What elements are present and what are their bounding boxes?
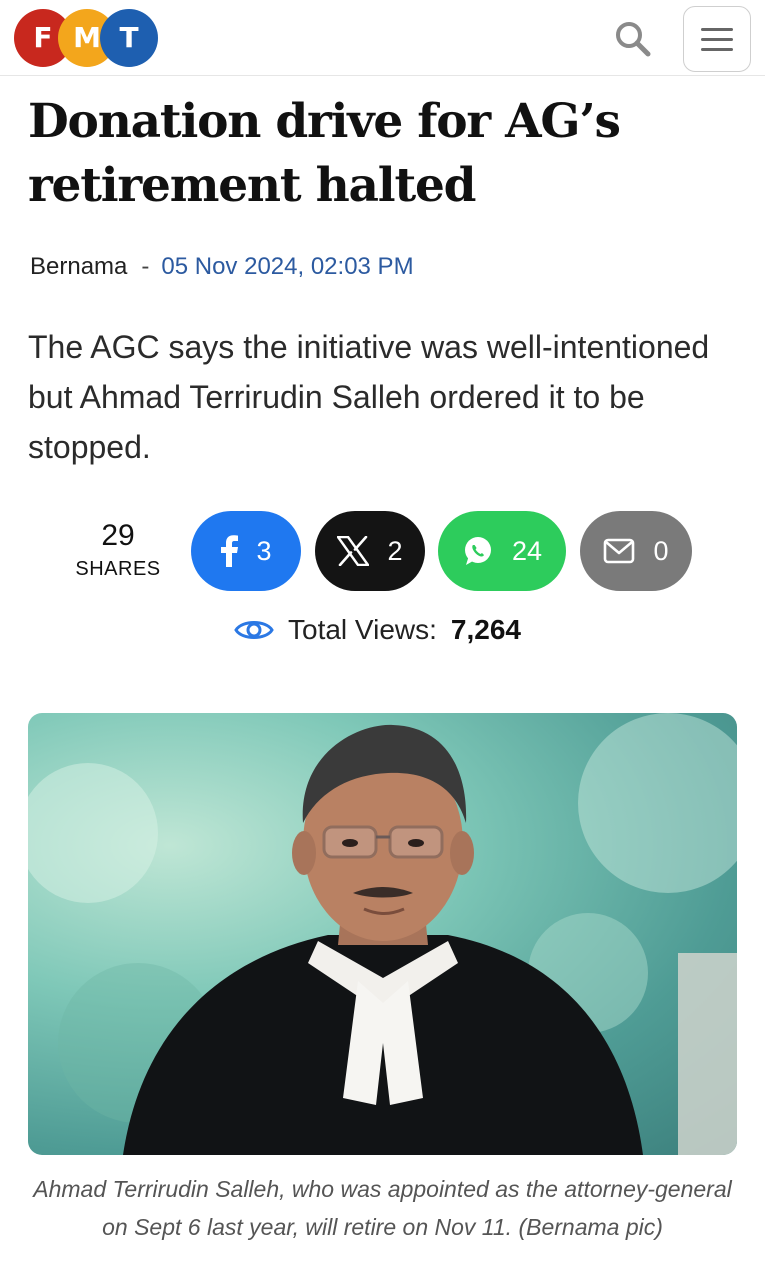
facebook-share-button[interactable]: 3 <box>191 511 301 591</box>
facebook-icon <box>221 535 239 567</box>
whatsapp-share-button[interactable]: 24 <box>438 511 566 591</box>
photo-caption: Ahmad Terrirudin Salleh, who was appoint… <box>33 1176 732 1240</box>
article-title: Donation drive for AG’s retirement halte… <box>28 94 621 213</box>
byline: Bernama -05 Nov 2024, 02:03 PM <box>30 252 414 282</box>
views-count: 7,264 <box>450 614 521 645</box>
site-header: F M T <box>0 0 765 76</box>
article-lede: The AGC says the initiative was well-int… <box>28 329 710 465</box>
hamburger-menu-icon-bar <box>701 38 733 41</box>
email-share-button[interactable]: 0 <box>580 511 692 591</box>
x-icon <box>337 536 370 566</box>
portrait-illustration <box>28 713 737 1155</box>
publish-date: 05 Nov 2024, 02:03 PM <box>161 253 414 280</box>
total-views: Total Views: 7,264 <box>234 610 521 650</box>
menu-button[interactable] <box>683 6 751 72</box>
share-count: 29 SHARES <box>66 518 170 584</box>
whatsapp-share-count: 24 <box>511 535 543 566</box>
search-button[interactable] <box>612 18 654 60</box>
fmt-logo[interactable]: F M T <box>14 9 159 69</box>
facebook-share-count: 3 <box>256 535 272 566</box>
share-total: 29 <box>101 519 135 552</box>
mail-icon <box>604 538 635 564</box>
x-share-button[interactable]: 2 <box>315 511 425 591</box>
hamburger-menu-icon <box>701 28 733 31</box>
x-share-count: 2 <box>387 535 403 566</box>
search-icon <box>616 22 651 57</box>
author-link[interactable]: Bernama <box>30 253 127 280</box>
eye-icon <box>234 621 274 639</box>
views-label: Total Views: <box>288 614 437 645</box>
whatsapp-icon <box>464 537 491 565</box>
logo-letter-t: T <box>100 9 158 67</box>
share-label: SHARES <box>75 558 161 580</box>
email-share-count: 0 <box>653 535 669 566</box>
article-photo <box>28 713 737 1155</box>
byline-separator: - <box>141 253 150 280</box>
hamburger-menu-icon-bar <box>701 48 733 51</box>
